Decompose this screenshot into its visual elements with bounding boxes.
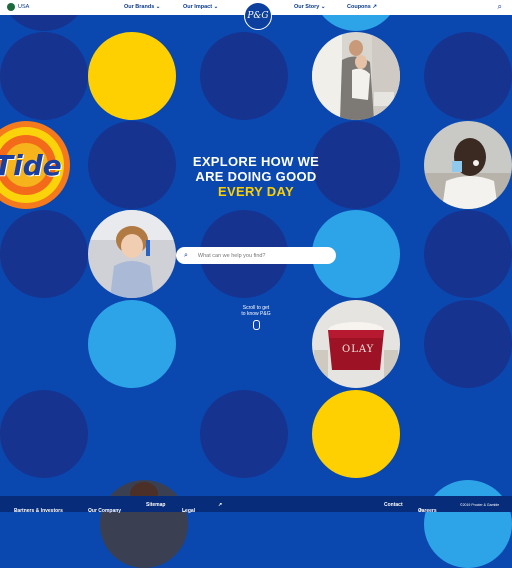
chevron-down-icon: ⌄ — [155, 4, 161, 10]
decor-circle — [424, 300, 512, 388]
search-icon[interactable]: ⌕ — [498, 2, 502, 12]
chevron-down-icon: ⌄ — [14, 508, 19, 514]
hero-headline-line1: EXPLORE HOW WE — [192, 154, 320, 169]
footer-bar: Partners & Investors ⌄ Our Company ⌄ Sit… — [0, 496, 512, 514]
chevron-down-icon: ⌄ — [88, 508, 93, 514]
chevron-down-icon: ⌄ — [213, 4, 219, 10]
search-bar[interactable]: ⌕ — [176, 247, 336, 264]
nav-our-impact-label: Our Impact — [183, 4, 213, 10]
external-link-icon: ↗ — [418, 508, 423, 514]
globe-icon — [7, 3, 15, 11]
chevron-down-icon: ⌄ — [182, 508, 187, 514]
girl-toothbrush-photo — [88, 210, 176, 298]
scroll-hint: Scroll to get to know P&G — [230, 305, 282, 330]
decor-circle — [424, 32, 512, 120]
olay-brand-tile[interactable]: OLAY — [312, 300, 400, 388]
external-link-icon[interactable]: ↗ — [218, 502, 222, 508]
pg-logo[interactable]: P&G — [244, 2, 272, 30]
footer-sitemap[interactable]: Sitemap — [146, 502, 165, 508]
olay-logo-text: OLAY — [342, 344, 375, 355]
nav-coupons-label: Coupons — [347, 4, 371, 10]
decor-circle — [200, 32, 288, 120]
decor-circle — [0, 210, 88, 298]
mother-child-photo — [312, 32, 400, 120]
locale-label: USA — [18, 4, 30, 10]
hero-headline-line3: EVERY DAY — [218, 184, 294, 199]
external-link-icon: ↗ — [372, 4, 377, 10]
nav-our-brands-label: Our Brands — [124, 4, 155, 10]
tide-logo-text: Tide — [0, 149, 62, 182]
scroll-hint-line2: to know P&G — [241, 311, 271, 317]
nav-our-brands[interactable]: Our Brands ⌄ — [124, 4, 160, 10]
search-icon: ⌕ — [184, 251, 188, 259]
mouse-scroll-icon — [252, 320, 260, 330]
search-input[interactable] — [197, 252, 318, 259]
copyright-text: ©2019 Procter & Gamble — [460, 503, 500, 507]
footer-link-label: Partners & Investors — [14, 508, 63, 514]
decor-circle — [0, 390, 88, 478]
locale-selector[interactable]: USA — [7, 3, 29, 11]
tide-brand-tile[interactable]: Tide — [0, 121, 70, 209]
man-portrait-photo — [100, 480, 188, 568]
nav-our-story[interactable]: Our Story ⌄ — [294, 4, 326, 10]
hero-headline: EXPLORE HOW WE ARE DOING GOOD EVERY DAY — [150, 154, 362, 199]
nav-our-impact[interactable]: Our Impact ⌄ — [183, 4, 218, 10]
decor-circle — [312, 390, 400, 478]
decor-circle — [88, 32, 176, 120]
nav-coupons[interactable]: Coupons ↗ — [347, 4, 377, 10]
hero-headline-line2: ARE DOING GOOD — [195, 169, 317, 184]
decor-circle — [88, 300, 176, 388]
footer-contact[interactable]: Contact — [384, 502, 403, 508]
decor-circle — [200, 390, 288, 478]
decor-circle — [424, 210, 512, 298]
nav-our-story-label: Our Story — [294, 4, 320, 10]
decor-circle — [424, 480, 512, 568]
child-drinking-photo — [424, 121, 512, 209]
decor-circle — [0, 32, 88, 120]
footer-link-label: Our Company — [88, 508, 122, 514]
chevron-down-icon: ⌄ — [320, 4, 326, 10]
